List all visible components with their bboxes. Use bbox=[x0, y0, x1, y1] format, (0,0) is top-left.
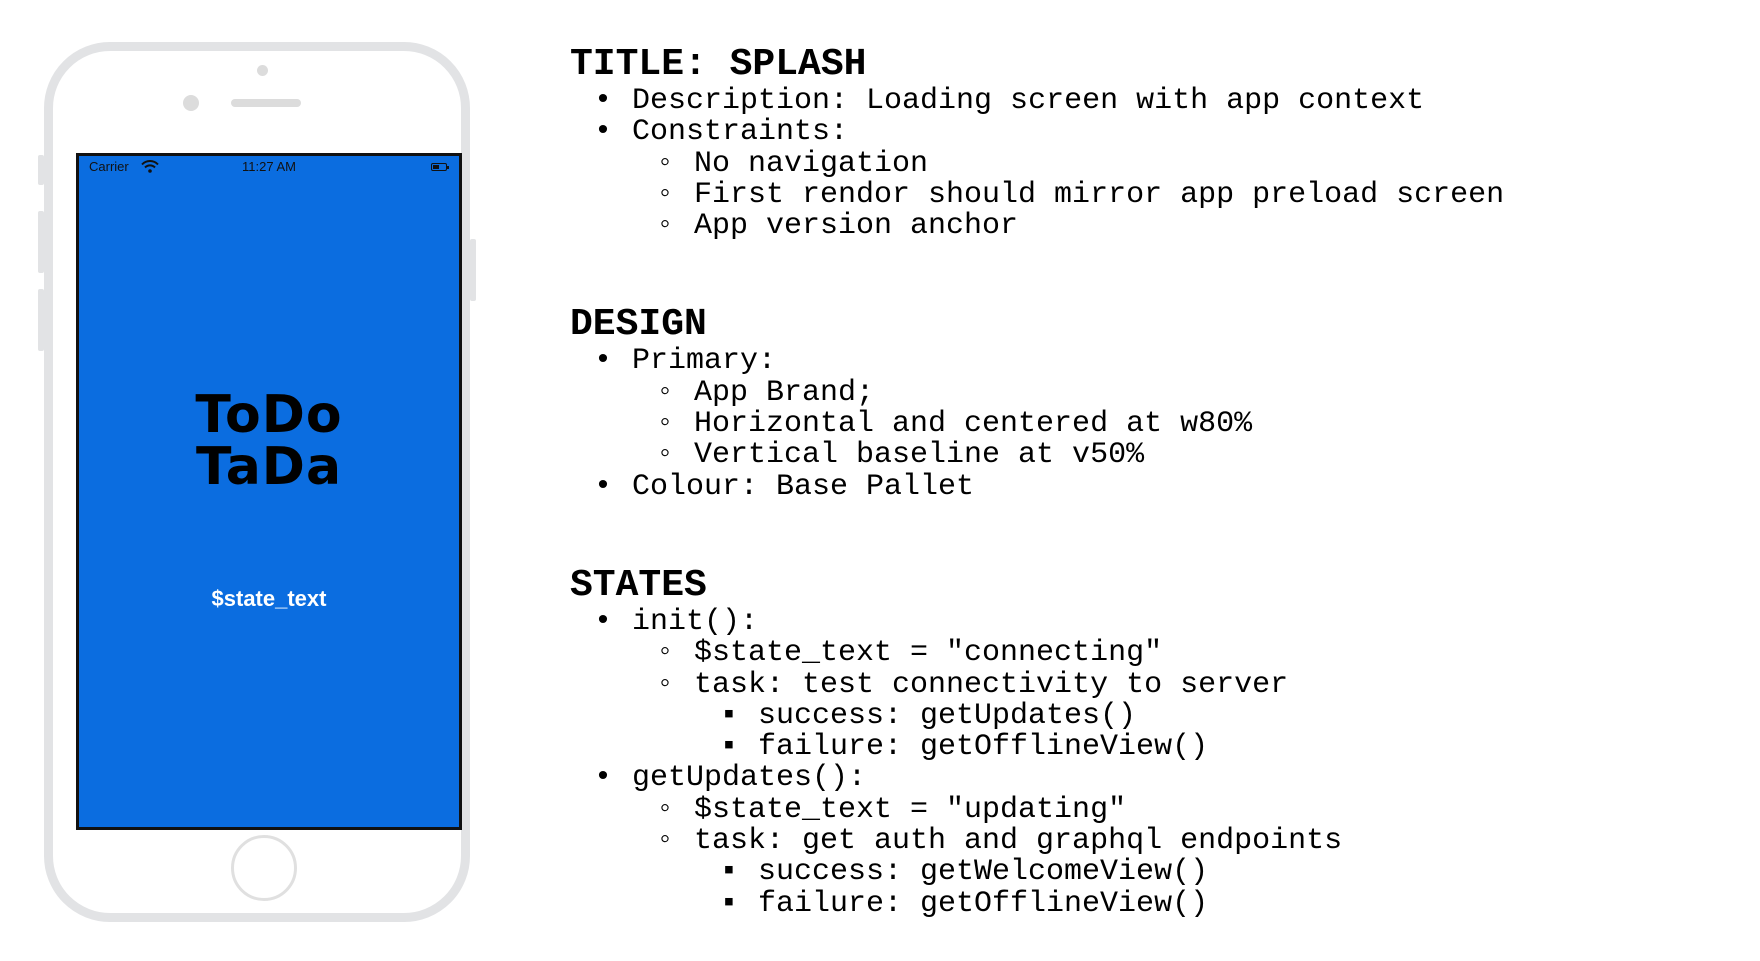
list-item: ▪ failure: getOfflineView() bbox=[720, 886, 1209, 921]
list-item: ◦ task: test connectivity to server bbox=[656, 667, 1289, 702]
list-item: • Description: Loading screen with app co… bbox=[594, 84, 1425, 118]
list-item: ◦ App version anchor bbox=[656, 209, 1019, 244]
list-item: ◦ First rendor should mirror app preload … bbox=[656, 177, 1505, 212]
list-item: • Constraints: bbox=[594, 115, 849, 150]
brand-line-2: TaDa bbox=[195, 437, 343, 497]
list-item: • init(): bbox=[594, 604, 759, 639]
phone-mockup: Carrier 11:27 AM ToDo TaDa $state_text bbox=[38, 42, 476, 922]
status-bar: Carrier 11:27 AM bbox=[79, 156, 459, 178]
list-item: ▪ success: getWelcomeView() bbox=[720, 855, 1209, 890]
list-item: • Colour: Base Pallet bbox=[594, 469, 975, 504]
volume-down-button bbox=[38, 289, 44, 351]
list-item: ▪ success: getUpdates() bbox=[720, 698, 1137, 733]
mute-switch bbox=[38, 155, 44, 185]
spec-panel: TITLE: SPLASH • Description: Loading scre… bbox=[570, 44, 1750, 920]
state-text: $state_text bbox=[211, 586, 327, 611]
list-item: ◦ $state_text = "connecting" bbox=[656, 636, 1163, 671]
front-camera bbox=[257, 65, 268, 76]
list-item: • getUpdates(): bbox=[594, 761, 867, 796]
volume-up-button bbox=[38, 211, 44, 273]
status-time: 11:27 AM bbox=[242, 159, 296, 174]
list-item: • Primary: bbox=[594, 344, 777, 379]
app-brand-logo: ToDo TaDa bbox=[79, 389, 459, 493]
section-heading-design: DESIGN bbox=[570, 303, 707, 347]
earpiece-speaker bbox=[231, 99, 301, 107]
list-item: ▪ failure: getOfflineView() bbox=[720, 730, 1209, 765]
section-heading-title: TITLE: SPLASH bbox=[570, 43, 867, 86]
power-button bbox=[470, 239, 476, 301]
list-item: ◦ Horizontal and centered at w80% bbox=[656, 407, 1253, 442]
list-item: ◦ App Brand; bbox=[656, 375, 875, 410]
list-item: ◦ task: get auth and graphql endpoints bbox=[656, 824, 1343, 859]
list-item: ◦ Vertical baseline at v50% bbox=[656, 438, 1145, 473]
battery-icon bbox=[431, 163, 449, 171]
splash-screen: Carrier 11:27 AM ToDo TaDa $state_text bbox=[76, 153, 462, 830]
brand-line-1: ToDo bbox=[195, 385, 343, 445]
home-button bbox=[231, 835, 297, 901]
list-item: ◦ $state_text = "updating" bbox=[656, 792, 1127, 827]
section-heading-states: STATES bbox=[570, 563, 707, 607]
proximity-sensor bbox=[183, 95, 199, 111]
list-item: ◦ No navigation bbox=[656, 146, 929, 181]
